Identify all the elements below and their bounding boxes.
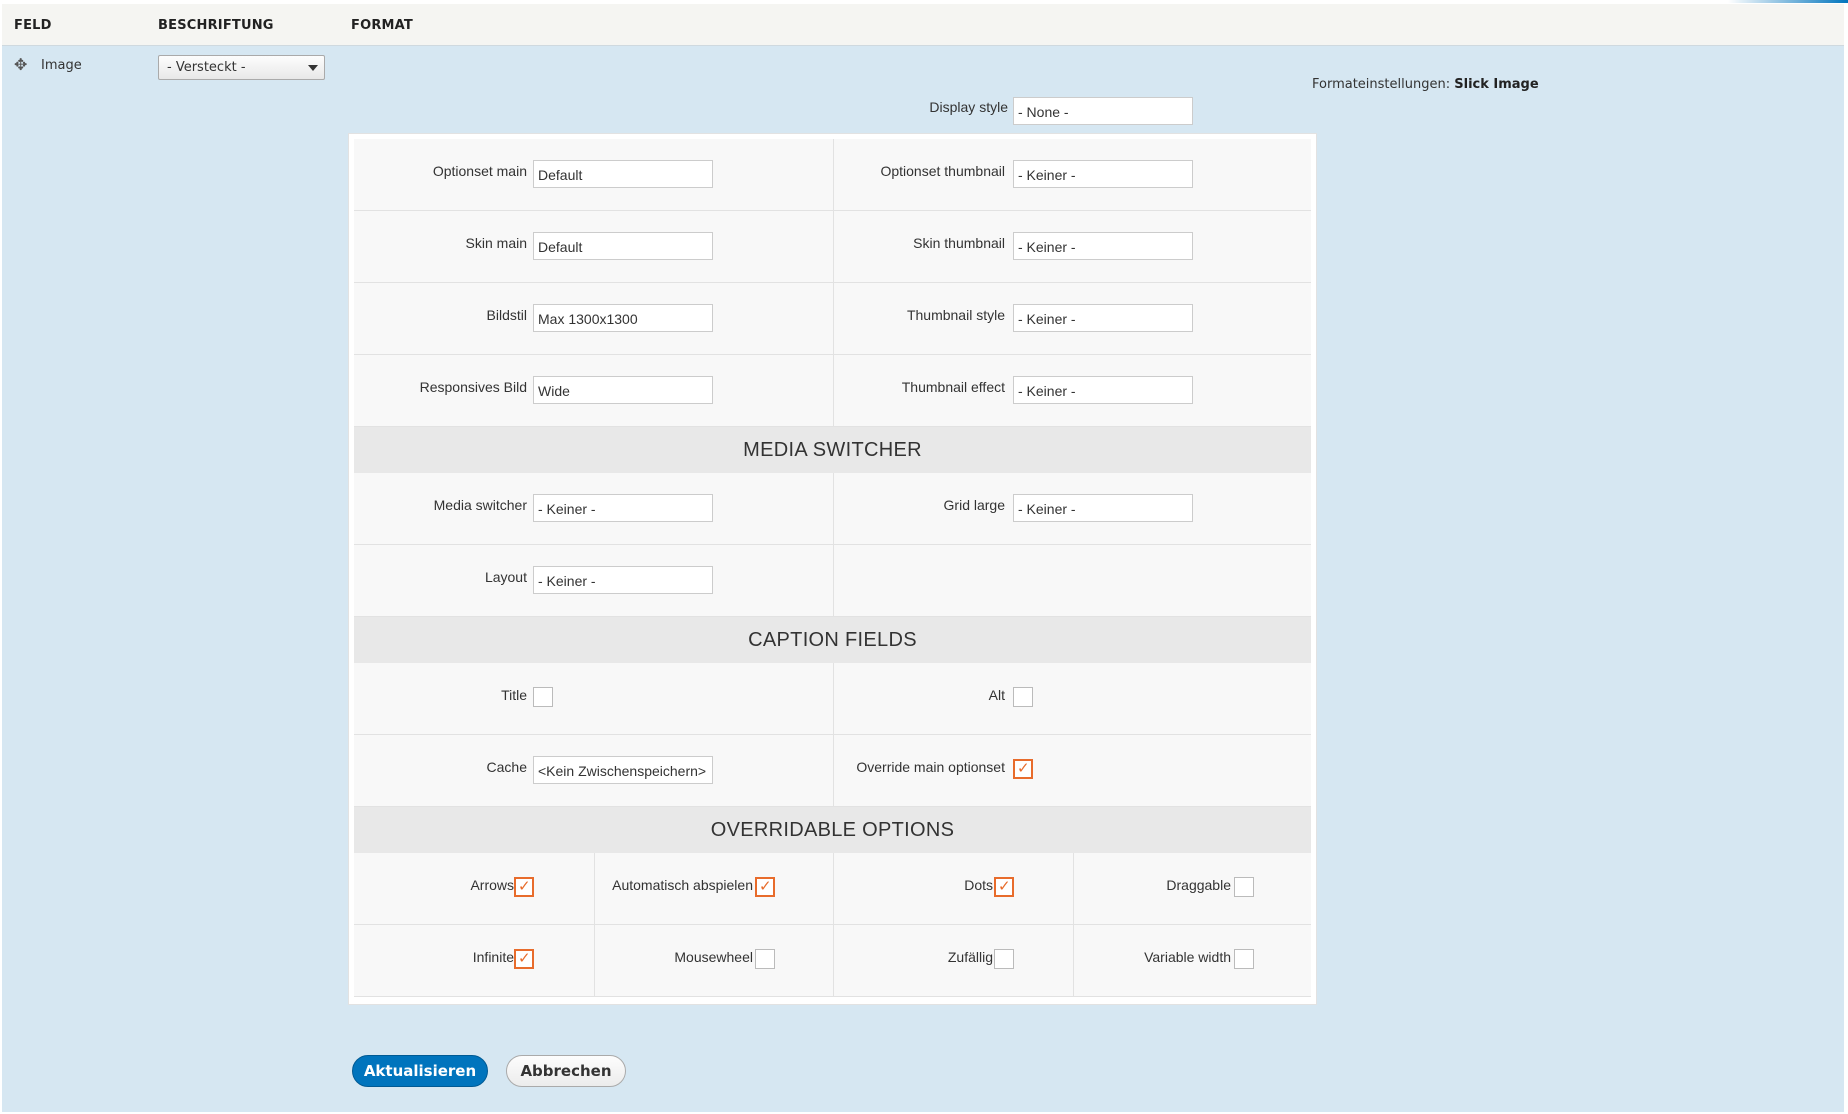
skin-main-label: Skin main — [465, 235, 527, 251]
header-label: BESCHRIFTUNG — [158, 18, 274, 33]
optionset-thumbnail-select[interactable]: - Keiner - — [1013, 160, 1193, 188]
update-button[interactable]: Aktualisieren — [352, 1055, 488, 1087]
cell-layout: Layout - Keiner - — [354, 545, 833, 617]
responsive-label: Responsives Bild — [419, 379, 527, 395]
variable-width-label: Variable width — [1144, 949, 1231, 965]
cell-empty — [833, 545, 1311, 617]
cell-thumbnail-effect: Thumbnail effect - Keiner - — [833, 355, 1311, 427]
cell-arrows: Arrows — [354, 853, 594, 925]
display-style-select[interactable]: - None - — [1013, 97, 1193, 125]
table-header: FELD BESCHRIFTUNG FORMAT — [2, 4, 1844, 46]
autoplay-checkbox[interactable] — [755, 877, 775, 897]
cell-autoplay: Automatisch abspielen — [594, 853, 833, 925]
cell-variable-width: Variable width — [1073, 925, 1311, 997]
cell-draggable: Draggable — [1073, 853, 1311, 925]
infinite-checkbox[interactable] — [514, 949, 534, 969]
random-checkbox[interactable] — [994, 949, 1014, 969]
skin-main-select[interactable]: Default — [533, 232, 713, 260]
label-display-value: - Versteckt - — [167, 60, 246, 75]
grid-large-label: Grid large — [943, 497, 1005, 513]
title-checkbox[interactable] — [533, 687, 553, 707]
layout-select[interactable]: - Keiner - — [533, 566, 713, 594]
cell-title: Title — [354, 663, 833, 735]
arrows-checkbox[interactable] — [514, 877, 534, 897]
format-summary-prefix: Formateinstellungen: — [1312, 77, 1451, 92]
label-display-select[interactable]: - Versteckt - — [158, 55, 325, 80]
cell-media-switcher: Media switcher - Keiner - — [354, 473, 833, 545]
mousewheel-label: Mousewheel — [674, 949, 753, 965]
dots-checkbox[interactable] — [994, 877, 1014, 897]
top-accent-bar — [1728, 0, 1848, 3]
cell-alt: Alt — [833, 663, 1311, 735]
draggable-checkbox[interactable] — [1234, 877, 1254, 897]
cell-optionset-main: Optionset main Default — [354, 139, 833, 211]
cell-skin-main: Skin main Default — [354, 211, 833, 283]
display-style-label: Display style — [929, 99, 1008, 115]
drag-handle-icon[interactable]: ✥ — [14, 58, 30, 74]
header-field: FELD — [14, 18, 52, 33]
thumbnail-style-select[interactable]: - Keiner - — [1013, 304, 1193, 332]
cache-select[interactable]: <Kein Zwischenspeichern> — [533, 756, 713, 784]
cell-optionset-thumbnail: Optionset thumbnail - Keiner - — [833, 139, 1311, 211]
optionset-thumbnail-label: Optionset thumbnail — [880, 163, 1005, 179]
thumbnail-effect-select[interactable]: - Keiner - — [1013, 376, 1193, 404]
thumbnail-style-label: Thumbnail style — [906, 307, 1005, 323]
override-label: Override main optionset — [856, 759, 1005, 775]
cache-label: Cache — [486, 759, 527, 775]
override-checkbox[interactable] — [1013, 759, 1033, 779]
cell-dots: Dots — [833, 853, 1073, 925]
skin-thumbnail-select[interactable]: - Keiner - — [1013, 232, 1193, 260]
format-summary-value: Slick Image — [1454, 77, 1539, 92]
random-label: Zufällig — [947, 949, 993, 965]
caption-fields-heading: CAPTION FIELDS — [354, 617, 1311, 663]
grid-large-select[interactable]: - Keiner - — [1013, 494, 1193, 522]
thumbnail-effect-label: Thumbnail effect — [901, 379, 1005, 395]
alt-label: Alt — [988, 687, 1005, 703]
cell-skin-thumbnail: Skin thumbnail - Keiner - — [833, 211, 1311, 283]
overridable-options-heading: OVERRIDABLE OPTIONS — [354, 807, 1311, 853]
cell-override: Override main optionset — [833, 735, 1311, 807]
bildstil-select[interactable]: Max 1300x1300 — [533, 304, 713, 332]
header-format: FORMAT — [351, 18, 413, 33]
draggable-label: Draggable — [1166, 877, 1231, 893]
layout-label: Layout — [484, 569, 527, 585]
autoplay-label: Automatisch abspielen — [612, 877, 753, 893]
cell-mousewheel: Mousewheel — [594, 925, 833, 997]
infinite-label: Infinite — [472, 949, 514, 965]
cancel-button[interactable]: Abbrechen — [506, 1055, 626, 1087]
cell-infinite: Infinite — [354, 925, 594, 997]
skin-thumbnail-label: Skin thumbnail — [913, 235, 1005, 251]
cell-grid-large: Grid large - Keiner - — [833, 473, 1311, 545]
alt-checkbox[interactable] — [1013, 687, 1033, 707]
format-summary: Formateinstellungen: Slick Image — [1312, 77, 1539, 92]
responsive-select[interactable]: Wide — [533, 376, 713, 404]
settings-panel: Optionset main Default Optionset thumbna… — [348, 133, 1317, 1005]
dots-label: Dots — [964, 877, 993, 893]
media-switcher-select[interactable]: - Keiner - — [533, 494, 713, 522]
cell-thumbnail-style: Thumbnail style - Keiner - — [833, 283, 1311, 355]
field-name: Image — [41, 58, 82, 73]
variable-width-checkbox[interactable] — [1234, 949, 1254, 969]
cell-responsive: Responsives Bild Wide — [354, 355, 833, 427]
mousewheel-checkbox[interactable] — [755, 949, 775, 969]
title-label: Title — [501, 687, 527, 703]
media-switcher-label: Media switcher — [433, 497, 527, 513]
optionset-main-select[interactable]: Default — [533, 160, 713, 188]
arrows-label: Arrows — [470, 877, 514, 893]
chevron-down-icon — [308, 65, 318, 71]
cell-bildstil: Bildstil Max 1300x1300 — [354, 283, 833, 355]
optionset-main-label: Optionset main — [432, 163, 527, 179]
cell-random: Zufällig — [833, 925, 1073, 997]
media-switcher-heading: MEDIA SWITCHER — [354, 427, 1311, 473]
field-display-settings-page: FELD BESCHRIFTUNG FORMAT ✥ Image - Verst… — [0, 0, 1848, 1114]
bildstil-label: Bildstil — [486, 307, 527, 323]
cell-cache: Cache <Kein Zwischenspeichern> — [354, 735, 833, 807]
